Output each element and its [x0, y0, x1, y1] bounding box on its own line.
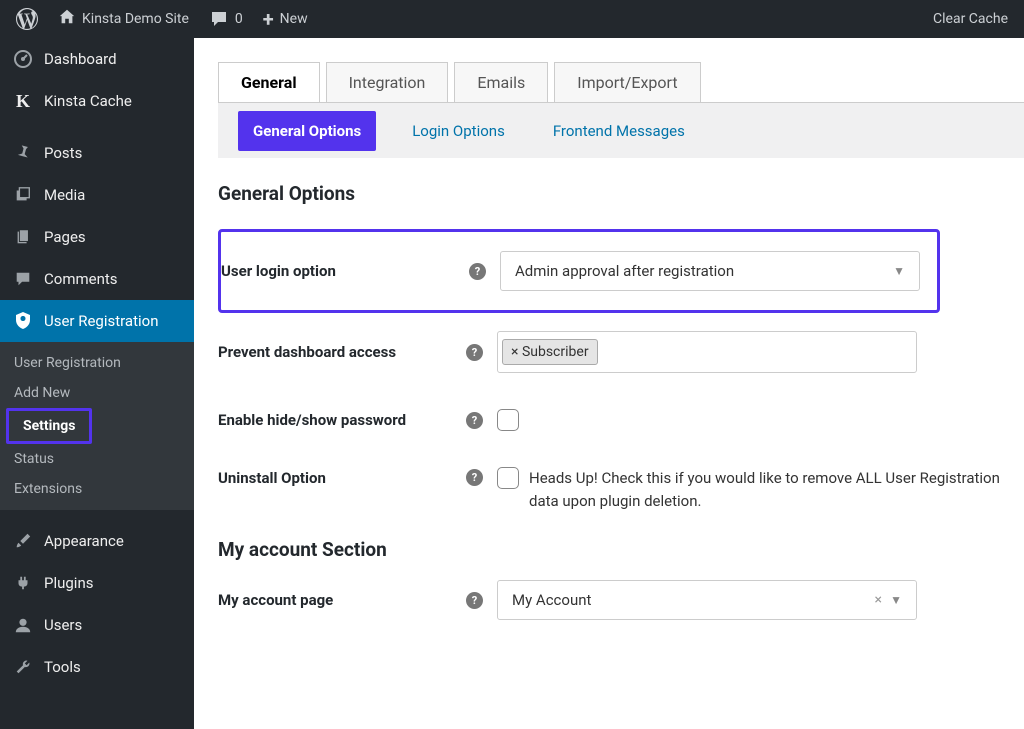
- menu-kinsta-cache[interactable]: K Kinsta Cache: [0, 80, 194, 122]
- help-icon[interactable]: ?: [466, 412, 483, 429]
- pages-icon: [12, 226, 34, 248]
- comments-count: 0: [235, 11, 243, 27]
- menu-user-registration[interactable]: User Registration: [0, 300, 194, 342]
- menu-plugins[interactable]: Plugins: [0, 562, 194, 604]
- wordpress-logo-icon: [16, 8, 38, 30]
- input-prevent-dashboard-access[interactable]: × Subscriber: [497, 331, 917, 373]
- shield-icon: [12, 310, 34, 332]
- menu-comments[interactable]: Comments: [0, 258, 194, 300]
- submenu-user-registration: User Registration Add New Settings Statu…: [0, 342, 194, 510]
- chevron-down-icon: ▼: [890, 593, 902, 607]
- comments-link[interactable]: 0: [199, 0, 253, 38]
- plus-icon: +: [263, 7, 274, 31]
- menu-tools[interactable]: Tools: [0, 646, 194, 688]
- user-login-option-highlight: User login option ? Admin approval after…: [218, 229, 940, 313]
- label-uninstall-option: Uninstall Option: [218, 467, 466, 487]
- settings-tabs: General Integration Emails Import/Export: [218, 62, 1024, 102]
- heading-general-options: General Options: [218, 182, 1024, 205]
- menu-pages[interactable]: Pages: [0, 216, 194, 258]
- select-user-login-option-value: Admin approval after registration: [515, 262, 734, 280]
- heading-my-account-section: My account Section: [218, 538, 1024, 561]
- checkbox-enable-hide-show-password[interactable]: [497, 409, 519, 431]
- admin-bar: Kinsta Demo Site 0 + New Clear Cache: [0, 0, 1024, 38]
- help-icon[interactable]: ?: [466, 592, 483, 609]
- admin-side-menu: Dashboard K Kinsta Cache Posts Media Pag…: [0, 38, 194, 729]
- wrench-icon: [12, 656, 34, 678]
- tab-emails[interactable]: Emails: [454, 62, 548, 102]
- new-content-link[interactable]: + New: [253, 0, 318, 38]
- help-icon[interactable]: ?: [466, 469, 483, 486]
- subtab-frontend-messages[interactable]: Frontend Messages: [541, 114, 697, 148]
- tab-general[interactable]: General: [218, 62, 320, 102]
- dashboard-icon: [12, 48, 34, 70]
- help-icon[interactable]: ?: [469, 263, 486, 280]
- subtab-general-options[interactable]: General Options: [238, 111, 376, 151]
- submenu-user-registration-item[interactable]: User Registration: [0, 348, 194, 378]
- label-enable-hide-show-password: Enable hide/show password: [218, 411, 466, 429]
- submenu-extensions[interactable]: Extensions: [0, 474, 194, 504]
- clear-icon[interactable]: ×: [875, 592, 882, 608]
- menu-appearance[interactable]: Appearance: [0, 520, 194, 562]
- plug-icon: [12, 572, 34, 594]
- comment-menu-icon: [12, 268, 34, 290]
- comment-icon: [209, 9, 229, 29]
- kinsta-icon: K: [12, 90, 34, 112]
- tab-integration[interactable]: Integration: [326, 62, 449, 102]
- site-name-link[interactable]: Kinsta Demo Site: [48, 0, 199, 38]
- select-my-account-page[interactable]: My Account × ▼: [497, 580, 917, 620]
- media-icon: [12, 184, 34, 206]
- tag-subscriber[interactable]: × Subscriber: [502, 339, 598, 365]
- settings-subtabs: General Options Login Options Frontend M…: [218, 102, 1024, 158]
- brush-icon: [12, 530, 34, 552]
- select-user-login-option[interactable]: Admin approval after registration ▼: [500, 251, 920, 291]
- label-my-account-page: My account page: [218, 591, 466, 609]
- new-label: New: [280, 11, 308, 27]
- user-icon: [12, 614, 34, 636]
- menu-media[interactable]: Media: [0, 174, 194, 216]
- pin-icon: [12, 142, 34, 164]
- submenu-settings[interactable]: Settings: [6, 408, 92, 444]
- menu-posts[interactable]: Posts: [0, 132, 194, 174]
- site-name: Kinsta Demo Site: [82, 11, 189, 27]
- subtab-login-options[interactable]: Login Options: [400, 114, 517, 148]
- submenu-add-new[interactable]: Add New: [0, 378, 194, 408]
- wordpress-logo[interactable]: [6, 0, 48, 38]
- tab-import-export[interactable]: Import/Export: [554, 62, 700, 102]
- house-icon: [58, 8, 76, 31]
- label-user-login-option: User login option: [221, 262, 469, 280]
- help-icon[interactable]: ?: [466, 344, 483, 361]
- clear-cache-link[interactable]: Clear Cache: [923, 0, 1018, 38]
- chevron-down-icon: ▼: [893, 264, 905, 278]
- select-my-account-page-value: My Account: [512, 591, 591, 609]
- content-area: General Integration Emails Import/Export…: [194, 38, 1024, 729]
- checkbox-uninstall-option[interactable]: [497, 467, 519, 489]
- submenu-status[interactable]: Status: [0, 444, 194, 474]
- uninstall-description: Heads Up! Check this if you would like t…: [529, 467, 1024, 512]
- menu-dashboard[interactable]: Dashboard: [0, 38, 194, 80]
- menu-users[interactable]: Users: [0, 604, 194, 646]
- label-prevent-dashboard-access: Prevent dashboard access: [218, 343, 466, 361]
